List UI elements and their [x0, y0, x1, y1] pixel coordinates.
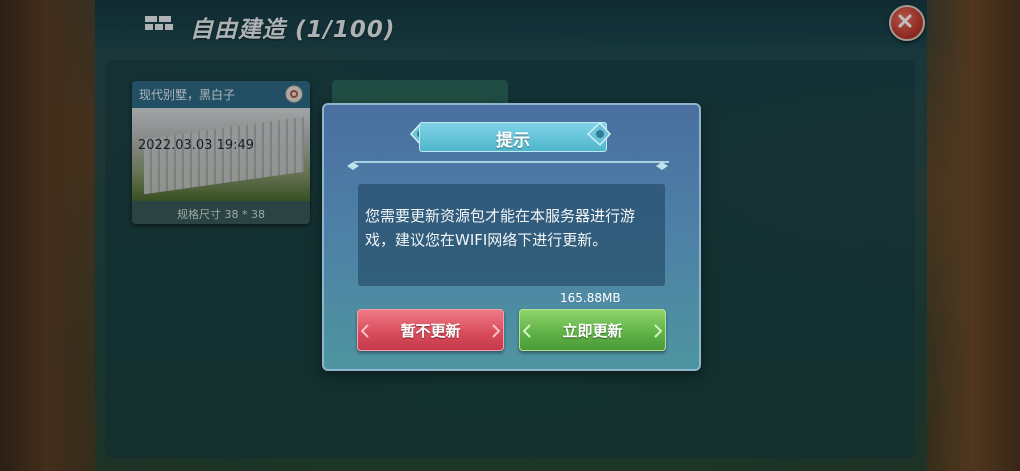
dialog-divider	[354, 161, 669, 163]
update-now-button[interactable]: 立即更新	[519, 309, 666, 351]
update-dialog: 提示 您需要更新资源包才能在本服务器进行游戏，建议您在WIFI网络下进行更新。 …	[322, 103, 701, 371]
update-now-label: 立即更新	[562, 322, 623, 340]
dialog-title: 提示	[496, 131, 530, 151]
skip-update-button[interactable]: 暂不更新	[357, 309, 504, 351]
ornament-right-icon	[586, 119, 614, 149]
dialog-title-bar: 提示	[419, 122, 607, 152]
notch-right-icon	[654, 323, 663, 338]
download-size: 165.88MB	[560, 291, 621, 305]
skip-update-label: 暂不更新	[400, 322, 461, 340]
dialog-message: 您需要更新资源包才能在本服务器进行游戏，建议您在WIFI网络下进行更新。	[365, 207, 636, 249]
message-box: 您需要更新资源包才能在本服务器进行游戏，建议您在WIFI网络下进行更新。	[358, 184, 665, 286]
divider-end-right-icon	[655, 156, 669, 170]
notch-right-icon	[492, 323, 501, 338]
